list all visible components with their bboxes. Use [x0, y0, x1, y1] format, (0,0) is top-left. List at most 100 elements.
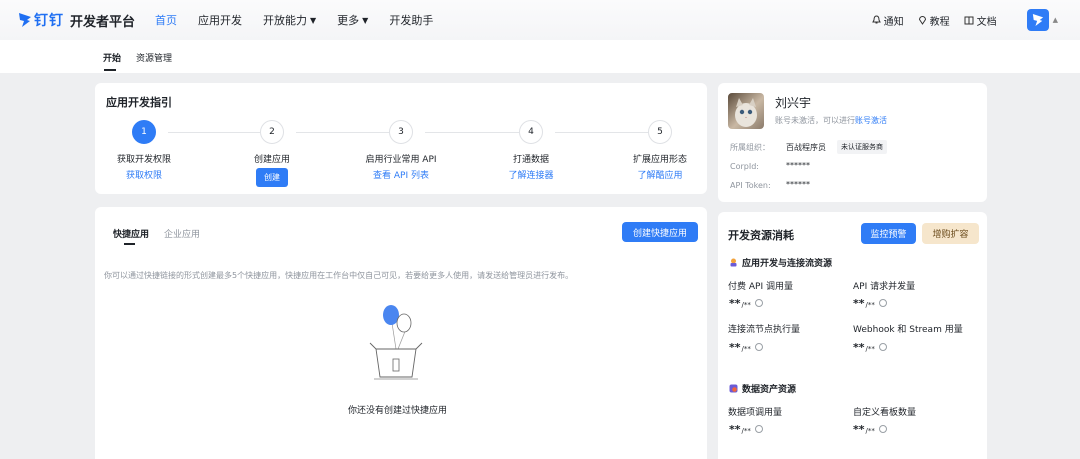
- learn-connector-link[interactable]: 了解连接器: [481, 168, 581, 181]
- api-token-label: API Token:: [730, 181, 771, 190]
- create-app-button[interactable]: 创建: [256, 168, 288, 187]
- nav-open-capabilities[interactable]: 开放能力 ▼: [263, 12, 316, 28]
- top-navigation-bar: 钉钉 开发者平台 首页 应用开发 开放能力 ▼ 更多 ▼ 开发助手 通知 教程 文档…: [0, 0, 1080, 40]
- masked-unit: /**: [865, 301, 875, 309]
- masked-unit: /**: [741, 301, 751, 309]
- metric-flow-node-label: 连接流节点执行量: [728, 325, 801, 335]
- chevron-down-icon: ▼: [362, 15, 369, 25]
- account-status-text: 账号未激活，可以进行: [775, 116, 855, 125]
- book-icon: [964, 16, 974, 24]
- dingtalk-logo-icon: [19, 13, 31, 27]
- expand-capacity-button[interactable]: 增购扩容: [922, 223, 979, 244]
- logo-ding: 钉钉: [34, 13, 64, 29]
- tab-start[interactable]: 开始: [103, 51, 121, 64]
- resource-usage-card: [718, 212, 987, 459]
- docs-button[interactable]: 文档: [964, 13, 997, 28]
- metric-webhook-stream-label: Webhook 和 Stream 用量: [853, 325, 963, 335]
- tutorial-label: 教程: [929, 16, 950, 28]
- view-api-list-link[interactable]: 查看 API 列表: [351, 168, 451, 181]
- section-app-dev-title: 应用开发与连接流资源: [742, 259, 833, 269]
- tab-resource-management[interactable]: 资源管理: [136, 51, 172, 64]
- info-icon[interactable]: [878, 299, 887, 307]
- dingtalk-app-icon: [1032, 14, 1043, 26]
- metric-data-item-label: 数据项调用量: [728, 408, 783, 418]
- main-nav: 首页 应用开发 开放能力 ▼ 更多 ▼ 开发助手: [155, 12, 454, 28]
- logo[interactable]: 钉钉 开发者平台: [18, 10, 135, 30]
- nav-home-label: 首页: [155, 14, 178, 27]
- active-tab-indicator: [104, 69, 116, 71]
- bell-icon: [871, 15, 881, 24]
- account-status: 账号未激活，可以进行账号激活: [775, 115, 887, 126]
- section-data-assets: 数据资产资源: [729, 382, 796, 395]
- section-app-dev-resources: 应用开发与连接流资源: [729, 256, 832, 269]
- nav-more[interactable]: 更多 ▼: [337, 12, 368, 28]
- info-icon[interactable]: [878, 425, 887, 433]
- tab-quick-apps[interactable]: 快捷应用: [113, 227, 149, 240]
- api-token-value: ******: [786, 180, 810, 189]
- info-icon[interactable]: [754, 343, 763, 351]
- dev-guide-title: 应用开发指引: [106, 96, 172, 109]
- step-label: 扩展应用形态: [632, 155, 687, 165]
- step-number: 4: [519, 120, 543, 144]
- info-icon[interactable]: [878, 343, 887, 351]
- sub-tabs: 开始 资源管理: [0, 40, 1080, 73]
- step-5: 5 扩展应用形态 了解酷应用: [610, 120, 710, 181]
- quick-apps-description: 你可以通过快捷链接的形式创建最多5个快捷应用，快捷应用在工作台中仅自己可见，若要…: [104, 271, 574, 280]
- top-right-actions: 通知 教程 文档 ▲: [871, 0, 1080, 40]
- notify-button[interactable]: 通知: [871, 13, 904, 28]
- resource-section-icon: [730, 258, 737, 267]
- empty-state-text: 你还没有创建过快捷应用: [347, 406, 447, 416]
- masked-value: **: [853, 341, 865, 354]
- chevron-down-icon: ▼: [310, 15, 317, 25]
- info-icon[interactable]: [754, 425, 763, 433]
- nav-home[interactable]: 首页: [155, 12, 177, 28]
- step-label: 获取开发权限: [116, 155, 171, 165]
- step-label: 打通数据: [512, 155, 549, 165]
- map-pin-icon: [918, 16, 926, 25]
- org-value: 百战程序员: [786, 143, 826, 152]
- nav-dev-assistant[interactable]: 开发助手: [389, 12, 433, 28]
- masked-unit: /**: [865, 427, 875, 435]
- masked-value: **: [853, 423, 865, 436]
- masked-value: **: [853, 297, 865, 310]
- metric-dashboard-count-value: **/**: [853, 423, 887, 436]
- create-quick-app-button[interactable]: 创建快捷应用: [622, 222, 698, 242]
- monitor-alert-button[interactable]: 监控预警: [861, 223, 916, 244]
- step-number: 3: [389, 120, 413, 144]
- step-2: 2 创建应用 创建: [222, 120, 322, 187]
- user-avatar-image: [728, 93, 764, 129]
- metric-webhook-stream-value: **/**: [853, 341, 887, 354]
- nav-more-label: 更多: [337, 14, 360, 27]
- step-label: 创建应用: [253, 155, 290, 165]
- tab-enterprise-apps[interactable]: 企业应用: [164, 227, 200, 240]
- masked-unit: /**: [865, 345, 875, 353]
- nav-app-dev[interactable]: 应用开发: [198, 12, 242, 28]
- masked-unit: /**: [741, 427, 751, 435]
- uncertified-badge: 未认证服务商: [837, 140, 887, 154]
- get-permission-link[interactable]: 获取权限: [94, 168, 194, 181]
- docs-label: 文档: [976, 16, 997, 28]
- masked-value: **: [729, 341, 741, 354]
- nav-dev-assistant-label: 开发助手: [389, 14, 434, 27]
- info-icon[interactable]: [754, 299, 763, 307]
- corpid-label: CorpId:: [730, 162, 759, 171]
- resource-usage-title: 开发资源消耗: [728, 229, 794, 242]
- org-label: 所属组织：: [730, 143, 770, 152]
- metric-data-item-value: **/**: [729, 423, 763, 436]
- masked-value: **: [729, 423, 741, 436]
- activate-account-link[interactable]: 账号激活: [855, 116, 887, 125]
- nav-open-capabilities-label: 开放能力: [263, 14, 308, 27]
- caret-down-icon[interactable]: ▲: [1053, 16, 1058, 24]
- step-label: 启用行业常用 API: [365, 155, 437, 165]
- tutorial-button[interactable]: 教程: [918, 13, 950, 28]
- data-assets-icon: [729, 384, 738, 393]
- masked-value: **: [729, 297, 741, 310]
- learn-cool-app-link[interactable]: 了解酷应用: [610, 168, 710, 181]
- metric-api-concurrency-label: API 请求并发量: [853, 282, 916, 292]
- metric-dashboard-count-label: 自定义看板数量: [853, 408, 917, 418]
- corpid-value: ******: [786, 161, 810, 170]
- profile-name: 刘兴宇: [775, 96, 812, 110]
- nav-app-dev-label: 应用开发: [198, 14, 243, 27]
- quick-tab-indicator: [124, 243, 135, 245]
- user-avatar[interactable]: [1026, 9, 1049, 31]
